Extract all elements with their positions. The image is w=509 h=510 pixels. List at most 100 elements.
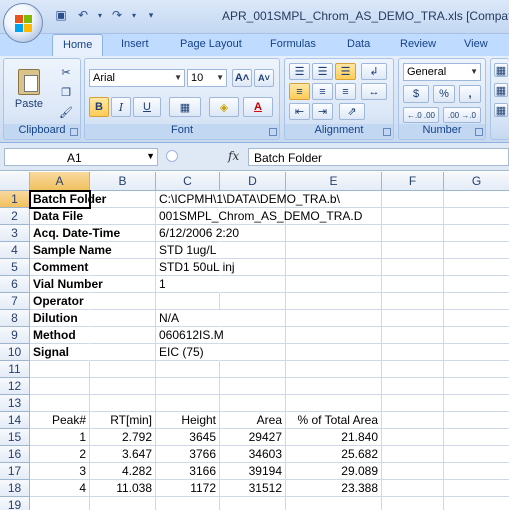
underline-button[interactable]: U [133, 97, 161, 117]
cell-d4[interactable] [220, 242, 286, 259]
align-middle-icon[interactable]: ☰ [312, 63, 333, 80]
cell-a1[interactable]: Batch Folder [29, 190, 106, 209]
cell-d16[interactable]: 34603 [220, 446, 286, 463]
cell-g14[interactable] [444, 412, 509, 429]
cell-d12[interactable] [220, 378, 286, 395]
cell-c14[interactable]: Height [156, 412, 220, 429]
cell-d8[interactable] [220, 310, 286, 327]
tab-home[interactable]: Home [52, 34, 104, 57]
cell-a16[interactable]: 2 [30, 446, 90, 463]
column-header-f[interactable]: F [382, 172, 444, 191]
font-launcher-icon[interactable] [269, 128, 277, 136]
format-painter-icon[interactable]: 🖌 [56, 103, 76, 121]
increase-decimal-button[interactable]: ←.0 .00 [403, 107, 439, 123]
align-left-icon[interactable]: ≡ [289, 83, 310, 100]
row-header[interactable]: 9 [0, 327, 30, 344]
cell-c11[interactable] [156, 361, 220, 378]
cell-d19[interactable] [220, 497, 286, 510]
cell-f15[interactable] [382, 429, 444, 446]
cell-f13[interactable] [382, 395, 444, 412]
cell-c1[interactable]: C:\ICPMH\1\DATA\DEMO_TRA.b\ [156, 191, 340, 208]
cell-c4[interactable]: STD 1ug/L [156, 242, 220, 259]
tab-insert[interactable]: Insert [121, 38, 149, 50]
percent-button[interactable]: % [433, 85, 455, 103]
cell-f17[interactable] [382, 463, 444, 480]
cell-g5[interactable] [444, 259, 509, 276]
cell-d14[interactable]: Area [220, 412, 286, 429]
column-header-d[interactable]: D [220, 172, 286, 191]
number-launcher-icon[interactable] [475, 128, 483, 136]
comma-button[interactable]: , [459, 85, 481, 103]
shrink-font-button[interactable]: A˅ [254, 69, 274, 87]
italic-button[interactable]: I [111, 97, 131, 117]
column-header-a[interactable]: A [30, 172, 90, 191]
cut-icon[interactable]: ✂ [56, 63, 76, 81]
cell-f1[interactable] [382, 191, 444, 208]
align-center-icon[interactable]: ≡ [312, 83, 333, 100]
row-header[interactable]: 19 [0, 497, 30, 510]
cell-f19[interactable] [382, 497, 444, 510]
cell-g11[interactable] [444, 361, 509, 378]
cell-a14[interactable]: Peak# [30, 412, 90, 429]
row-header[interactable]: 1 [0, 191, 30, 208]
cell-e9[interactable] [286, 327, 382, 344]
tab-review[interactable]: Review [400, 38, 436, 50]
cell-g6[interactable] [444, 276, 509, 293]
row-header[interactable]: 8 [0, 310, 30, 327]
cell-f9[interactable] [382, 327, 444, 344]
cell-f14[interactable] [382, 412, 444, 429]
row-header[interactable]: 2 [0, 208, 30, 225]
cell-b19[interactable] [90, 497, 156, 510]
row-header[interactable]: 13 [0, 395, 30, 412]
row-header[interactable]: 17 [0, 463, 30, 480]
cell-a7[interactable]: Operator [30, 293, 90, 310]
format-table-icon[interactable]: ▦ [494, 83, 508, 97]
tab-view[interactable]: View [464, 38, 488, 50]
cell-styles-icon[interactable]: ▦ [494, 103, 508, 117]
cell-e13[interactable] [286, 395, 382, 412]
cell-c6[interactable]: 1 [156, 276, 220, 293]
cell-g3[interactable] [444, 225, 509, 242]
cell-b10[interactable] [90, 344, 156, 361]
cell-g19[interactable] [444, 497, 509, 510]
fill-color-icon[interactable]: ◈ [209, 97, 239, 117]
align-bottom-icon[interactable]: ☰ [335, 63, 356, 80]
cell-c3[interactable]: 6/12/2006 2:20 [156, 225, 239, 242]
cell-e17[interactable]: 29.089 [286, 463, 382, 480]
font-color-button[interactable]: A [243, 97, 273, 117]
cell-e14[interactable]: % of Total Area [286, 412, 382, 429]
cell-b7[interactable] [90, 293, 156, 310]
cell-a9[interactable]: Method [30, 327, 90, 344]
cell-f16[interactable] [382, 446, 444, 463]
undo-dropdown-icon[interactable]: ▾ [96, 7, 104, 23]
cell-a6[interactable]: Vial Number [30, 276, 103, 293]
cell-c15[interactable]: 3645 [156, 429, 220, 446]
cell-a17[interactable]: 3 [30, 463, 90, 480]
cell-a12[interactable] [30, 378, 90, 395]
grow-font-button[interactable]: A˄ [232, 69, 252, 87]
cell-f6[interactable] [382, 276, 444, 293]
row-header[interactable]: 16 [0, 446, 30, 463]
alignment-launcher-icon[interactable] [383, 128, 391, 136]
cell-g12[interactable] [444, 378, 509, 395]
cell-a3[interactable]: Acq. Date-Time [30, 225, 120, 242]
clipboard-launcher-icon[interactable] [70, 128, 78, 136]
name-box[interactable]: A1 ▼ [4, 148, 158, 166]
cell-e12[interactable] [286, 378, 382, 395]
cell-e15[interactable]: 21.840 [286, 429, 382, 446]
cell-c2[interactable]: 001SMPL_Chrom_AS_DEMO_TRA.D [156, 208, 362, 225]
cell-g1[interactable] [444, 191, 509, 208]
cell-f18[interactable] [382, 480, 444, 497]
wrap-text-icon[interactable]: ↲ [361, 63, 387, 80]
cell-f11[interactable] [382, 361, 444, 378]
save-icon[interactable]: ▣ [52, 7, 70, 23]
cell-c18[interactable]: 1172 [156, 480, 220, 497]
cell-b8[interactable] [90, 310, 156, 327]
cell-e11[interactable] [286, 361, 382, 378]
cell-g15[interactable] [444, 429, 509, 446]
cell-d9[interactable] [220, 327, 286, 344]
cell-g8[interactable] [444, 310, 509, 327]
decrease-indent-icon[interactable]: ⇤ [289, 103, 310, 120]
cell-d15[interactable]: 29427 [220, 429, 286, 446]
row-header[interactable]: 6 [0, 276, 30, 293]
